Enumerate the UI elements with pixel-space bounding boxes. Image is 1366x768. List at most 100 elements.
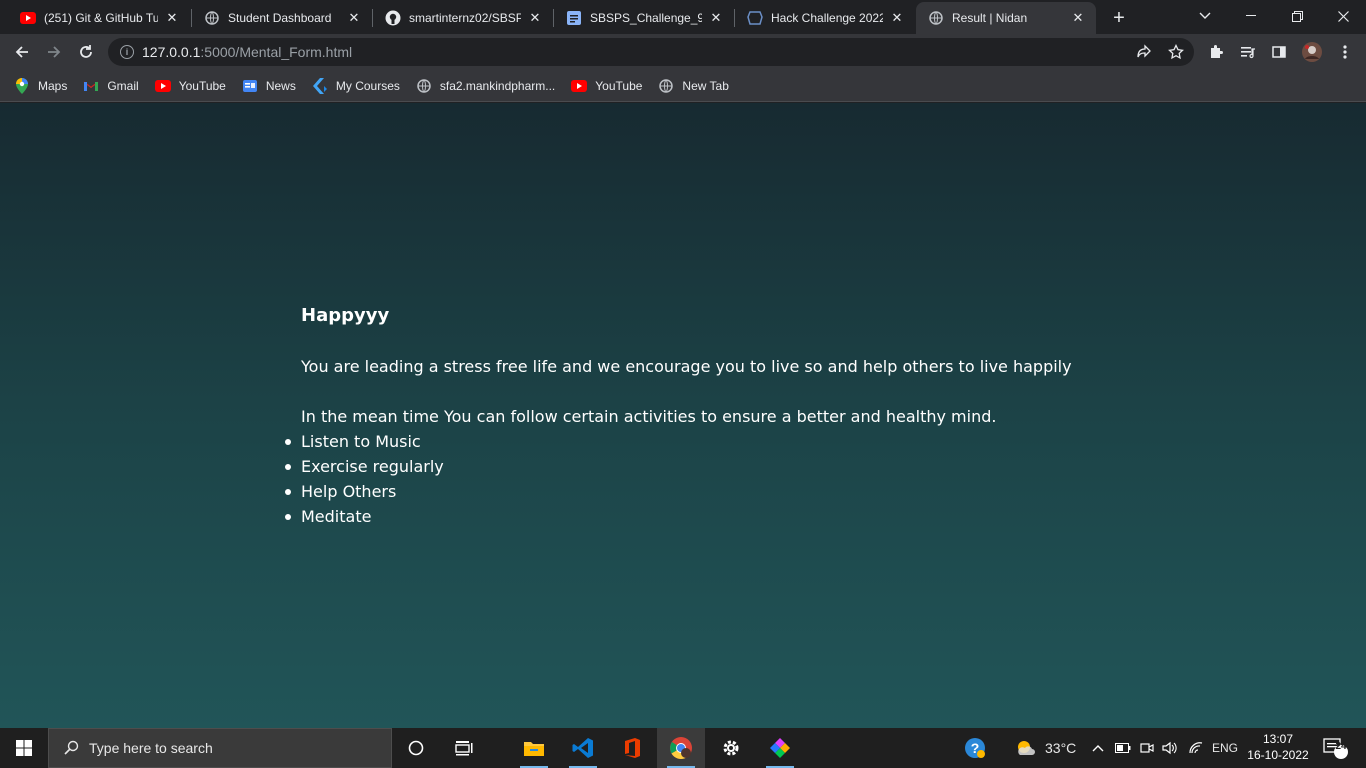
help-icon[interactable]: ?: [963, 728, 987, 768]
courses-icon: [312, 77, 328, 94]
system-clock[interactable]: 13:07 16-10-2022: [1244, 731, 1312, 763]
windows-start-icon[interactable]: [0, 728, 48, 768]
language-indicator[interactable]: ENG: [1212, 728, 1238, 768]
youtube-icon: [571, 78, 588, 94]
snipping-tool-icon[interactable]: [756, 728, 804, 768]
volume-icon[interactable]: [1162, 728, 1178, 768]
news-icon: [242, 78, 258, 94]
show-hidden-icons-chevron-icon[interactable]: [1092, 728, 1104, 768]
tab-search-chevron-icon[interactable]: [1182, 0, 1228, 32]
bookmark-label: My Courses: [335, 78, 400, 93]
bookmark-my-courses[interactable]: My Courses: [312, 77, 400, 94]
hack-icon: [747, 10, 763, 26]
list-item: Help Others: [285, 479, 1201, 504]
restore-button[interactable]: [1274, 0, 1320, 32]
close-tab-icon[interactable]: ✕: [527, 10, 543, 26]
cortana-icon[interactable]: [392, 728, 440, 768]
reload-icon[interactable]: [72, 38, 100, 66]
vscode-icon[interactable]: [559, 728, 607, 768]
chrome-icon[interactable]: [657, 728, 705, 768]
tab-title: (251) Git & GitHub Tu: [44, 11, 158, 25]
notifications-icon[interactable]: 24: [1322, 728, 1350, 768]
close-window-button[interactable]: [1320, 0, 1366, 32]
address-bar[interactable]: i 127.0.0.1:5000/Mental_Form.html: [108, 38, 1194, 66]
windows-taskbar: Type here to search ? 33°C ENG 13:07 16-…: [0, 728, 1366, 768]
media-queue-icon[interactable]: [1234, 38, 1262, 66]
site-info-icon[interactable]: i: [120, 45, 134, 59]
bookmark-gmail[interactable]: Gmail: [83, 78, 139, 94]
bookmark-label: Gmail: [107, 78, 139, 93]
tab-smartinternz[interactable]: smartinternz02/SBSPS ✕: [373, 2, 553, 34]
office-icon[interactable]: [608, 728, 656, 768]
page-viewport: Happyyy You are leading a stress free li…: [0, 103, 1366, 728]
globe-icon: [204, 10, 220, 26]
minimize-button[interactable]: [1228, 0, 1274, 32]
bookmark-sfa2[interactable]: sfa2.mankindpharm...: [416, 78, 555, 94]
tab-git-github[interactable]: (251) Git & GitHub Tu ✕: [8, 2, 190, 34]
bookmark-star-icon[interactable]: [1168, 44, 1184, 60]
bookmarks-bar: Maps Gmail YouTube News My Courses sfa2.…: [0, 70, 1366, 102]
tab-student-dashboard[interactable]: Student Dashboard ✕: [192, 2, 372, 34]
bookmark-label: Maps: [38, 78, 68, 93]
url-text: 127.0.0.1:5000/Mental_Form.html: [142, 44, 352, 60]
bookmark-label: YouTube: [595, 78, 643, 93]
file-explorer-icon[interactable]: [510, 728, 558, 768]
globe-icon: [928, 10, 944, 26]
globe-icon: [416, 78, 432, 94]
tab-result-nidan[interactable]: Result | Nidan ✕: [916, 2, 1096, 34]
bookmark-label: sfa2.mankindpharm...: [439, 78, 556, 93]
document-icon: [566, 10, 582, 26]
tab-strip: (251) Git & GitHub Tu ✕ Student Dashboar…: [0, 0, 1366, 34]
maps-icon: [14, 77, 30, 94]
more-options-icon[interactable]: [1331, 38, 1359, 66]
side-panel-icon[interactable]: [1265, 38, 1293, 66]
forward-arrow-icon[interactable]: [40, 38, 68, 66]
result-heading: Happyyy: [301, 305, 390, 326]
meet-now-icon[interactable]: [1140, 728, 1154, 768]
search-icon: [64, 740, 79, 755]
settings-gear-icon[interactable]: [707, 728, 755, 768]
clock-date: 16-10-2022: [1247, 748, 1309, 762]
close-tab-icon[interactable]: ✕: [164, 10, 180, 26]
task-view-icon[interactable]: [440, 728, 488, 768]
weather-widget[interactable]: 33°C: [1014, 728, 1076, 768]
browser-toolbar: i 127.0.0.1:5000/Mental_Form.html: [0, 34, 1366, 70]
youtube-icon: [20, 10, 36, 26]
notification-count-badge: 24: [1335, 741, 1347, 752]
result-content: Happyyy You are leading a stress free li…: [285, 303, 1201, 529]
tab-title: smartinternz02/SBSPS: [409, 11, 521, 25]
bookmark-news[interactable]: News: [242, 78, 296, 94]
tab-hack-challenge[interactable]: Hack Challenge 2022 ✕: [735, 2, 915, 34]
close-tab-icon[interactable]: ✕: [346, 10, 362, 26]
bookmark-new-tab[interactable]: New Tab: [658, 78, 729, 94]
tab-title: Hack Challenge 2022: [771, 11, 883, 25]
list-item: Meditate: [285, 504, 1201, 529]
result-message: You are leading a stress free life and w…: [301, 357, 1072, 376]
close-tab-icon[interactable]: ✕: [1070, 10, 1086, 26]
weather-temp: 33°C: [1045, 740, 1077, 756]
wifi-icon[interactable]: [1188, 728, 1204, 768]
clock-time: 13:07: [1262, 732, 1294, 746]
new-tab-button[interactable]: +: [1106, 5, 1132, 31]
bookmark-youtube[interactable]: YouTube: [154, 78, 226, 94]
search-placeholder: Type here to search: [89, 740, 213, 756]
tab-sbsps-challenge[interactable]: SBSPS_Challenge_930 ✕: [554, 2, 734, 34]
bookmark-label: New Tab: [682, 78, 729, 93]
tab-title: SBSPS_Challenge_930: [590, 11, 702, 25]
url-path: :5000/Mental_Form.html: [200, 44, 353, 60]
close-tab-icon[interactable]: ✕: [708, 10, 724, 26]
bookmark-label: News: [265, 78, 296, 93]
list-item: Exercise regularly: [285, 454, 1201, 479]
close-tab-icon[interactable]: ✕: [889, 10, 905, 26]
profile-avatar[interactable]: [1298, 38, 1326, 66]
taskbar-search-box[interactable]: Type here to search: [48, 728, 392, 768]
share-icon[interactable]: [1136, 44, 1152, 60]
suggestion-text: In the mean time You can follow certain …: [301, 407, 997, 426]
back-arrow-icon[interactable]: [8, 38, 36, 66]
bookmark-youtube-2[interactable]: YouTube: [571, 78, 642, 94]
battery-icon[interactable]: [1115, 728, 1131, 768]
extensions-icon[interactable]: [1202, 38, 1230, 66]
bookmark-maps[interactable]: Maps: [14, 77, 68, 94]
bookmark-label: YouTube: [178, 78, 226, 93]
globe-icon: [658, 78, 674, 94]
